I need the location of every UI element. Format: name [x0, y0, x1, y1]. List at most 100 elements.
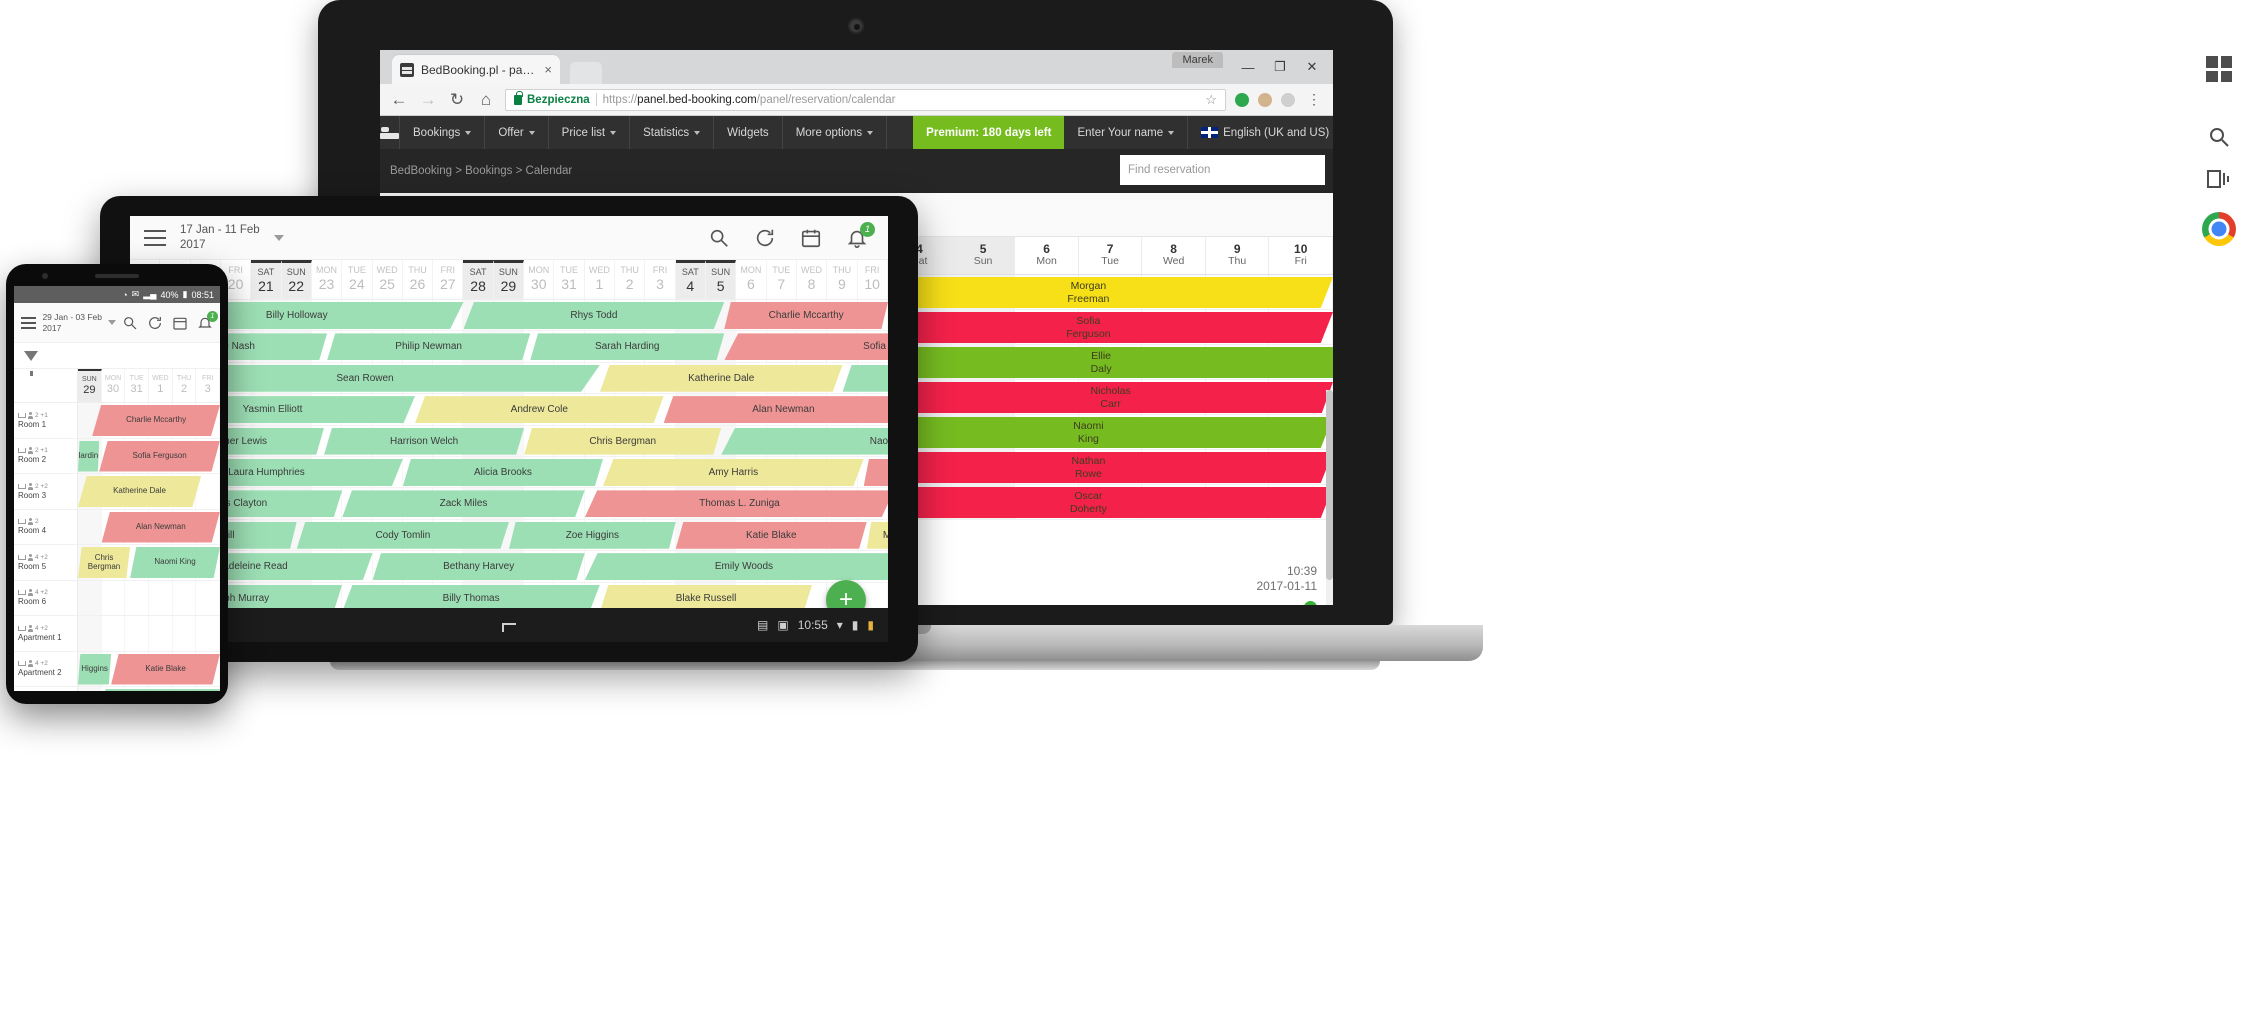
- chevron-down-icon[interactable]: [108, 320, 116, 325]
- refresh-icon[interactable]: [754, 227, 776, 249]
- reservation-bar[interactable]: Katherine Dale: [78, 476, 202, 507]
- calendar-cell[interactable]: [78, 509, 102, 544]
- tablet-date-range[interactable]: 17 Jan - 11 Feb 2017: [180, 223, 260, 252]
- room-list-item[interactable]: 4 +2 Apartment 2: [14, 652, 77, 687]
- room-list-item[interactable]: 2 +1 Room 2: [14, 439, 77, 474]
- bell-icon[interactable]: 1: [197, 310, 218, 331]
- nav-item-account[interactable]: Enter Your name: [1064, 116, 1189, 149]
- extension-icon-2[interactable]: [1258, 92, 1272, 107]
- app-logo[interactable]: [380, 116, 400, 149]
- calendar-cell[interactable]: [196, 580, 220, 615]
- calendar-cell[interactable]: [102, 616, 126, 651]
- nav-item-more-options[interactable]: More options: [783, 116, 888, 149]
- reservation-bar[interactable]: Ellie Daly: [869, 347, 1333, 378]
- premium-badge[interactable]: Premium: 180 days left: [913, 116, 1065, 149]
- reservation-bar[interactable]: Philip Newman: [327, 333, 531, 361]
- hamburger-icon[interactable]: [144, 229, 166, 246]
- reservation-bar[interactable]: Higgins: [78, 653, 112, 685]
- extension-icon-1[interactable]: [1235, 92, 1249, 107]
- reservation-bar[interactable]: Harrison Welch: [324, 427, 525, 455]
- bookmark-star-icon[interactable]: ☆: [1205, 92, 1217, 108]
- nav-item-offer[interactable]: Offer: [485, 116, 549, 149]
- reservation-bar[interactable]: Chris Bergman: [78, 547, 131, 578]
- task-view-icon[interactable]: [2200, 160, 2238, 198]
- browser-tab[interactable]: BedBooking.pl - panel ×: [392, 55, 560, 84]
- nav-item-bookings[interactable]: Bookings: [400, 116, 486, 149]
- room-list-item[interactable]: 6 +2Lodge 1: [14, 687, 77, 691]
- reservation-bar[interactable]: Nicholas Carr: [888, 382, 1333, 413]
- home-icon[interactable]: ⌂: [476, 90, 496, 110]
- calendar-cell[interactable]: [125, 616, 150, 651]
- reservation-bar[interactable]: Sarah Harding: [530, 333, 725, 361]
- nav-item-language[interactable]: English (UK and US): [1188, 116, 1333, 149]
- room-list-item[interactable]: 4 +2 Room 6: [14, 581, 77, 616]
- close-icon[interactable]: ×: [544, 62, 552, 77]
- minimize-button[interactable]: —: [1233, 54, 1263, 80]
- forward-icon[interactable]: →: [418, 90, 438, 110]
- reservation-bar[interactable]: Chris Bergman: [524, 427, 722, 455]
- chrome-menu-icon[interactable]: ⋮: [1304, 91, 1324, 108]
- maximize-button[interactable]: ❐: [1265, 54, 1295, 80]
- reservation-bar[interactable]: Naomi King: [721, 427, 888, 455]
- reservation-bar[interactable]: Charlie Mccarthy: [92, 405, 220, 436]
- chevron-down-icon[interactable]: [273, 234, 284, 241]
- search-input[interactable]: Find reservation: [1120, 155, 1325, 185]
- reservation-bar[interactable]: Bethany Harvey: [372, 553, 585, 581]
- reservation-bar[interactable]: Katherine Dale: [599, 364, 843, 392]
- calendar-cell[interactable]: [102, 580, 126, 615]
- browser-user-chip[interactable]: Marek: [1172, 52, 1223, 68]
- reservation-bar[interactable]: Zack Miles: [342, 490, 585, 518]
- hamburger-icon[interactable]: [21, 316, 37, 329]
- chrome-icon[interactable]: [2200, 210, 2238, 248]
- nav-item-price-list[interactable]: Price list: [549, 116, 631, 149]
- room-list-item[interactable]: 4 +2 Room 5: [14, 545, 77, 581]
- reservation-bar[interactable]: Thomas L. Zuniga: [584, 490, 888, 518]
- reservation-bar[interactable]: Rhys Todd: [463, 302, 725, 329]
- reservation-bar[interactable]: Katie Blake: [111, 653, 220, 685]
- reservation-bar[interactable]: Alan Newman: [663, 396, 888, 424]
- reservation-bar[interactable]: Harding: [78, 440, 100, 472]
- reservation-bar[interactable]: Emily Woods: [584, 553, 888, 581]
- reservation-bar[interactable]: Sofia Ferguson: [99, 440, 220, 472]
- extension-icon-3[interactable]: [1281, 92, 1295, 107]
- reservation-bar[interactable]: Sofia Ferguson: [724, 333, 888, 361]
- room-list-item[interactable]: 2 Room 4: [14, 510, 77, 545]
- calendar-cell[interactable]: [149, 616, 173, 651]
- calendar-icon[interactable]: [172, 315, 188, 331]
- reservation-bar[interactable]: Emily Woods: [96, 689, 220, 691]
- room-list-item[interactable]: 2 +2 Room 3: [14, 474, 77, 510]
- nav-item-widgets[interactable]: Widgets: [714, 116, 783, 149]
- bell-icon[interactable]: 1: [846, 221, 875, 249]
- calendar-cell[interactable]: [125, 580, 150, 615]
- calendar-cell[interactable]: [173, 580, 197, 615]
- search-icon[interactable]: [2200, 118, 2238, 156]
- reservation-bar[interactable]: Charlie Mccarthy: [724, 302, 888, 329]
- address-bar[interactable]: Bezpieczna https://panel.bed-booking.com…: [505, 88, 1226, 111]
- filter-icon[interactable]: [24, 350, 38, 376]
- search-icon[interactable]: [708, 227, 730, 249]
- reservation-bar[interactable]: Alicia Brooks: [402, 458, 603, 486]
- reservation-bar[interactable]: Cody Tomlin: [296, 521, 509, 549]
- reservation-bar[interactable]: Amy Harris: [602, 458, 864, 486]
- calendar-icon[interactable]: [800, 227, 822, 249]
- reservation-bar[interactable]: Naomi King: [130, 547, 220, 578]
- calendar-cell[interactable]: [78, 616, 102, 651]
- calendar-cell[interactable]: [78, 687, 102, 691]
- calendar-cell[interactable]: [78, 580, 102, 615]
- reload-icon[interactable]: ↻: [447, 90, 467, 110]
- room-list-item[interactable]: 2 +1 Room 1: [14, 403, 77, 439]
- calendar-cell[interactable]: [196, 616, 220, 651]
- phone-filter-bar[interactable]: [14, 343, 220, 376]
- room-list-item[interactable]: 4 +2 Apartment 1: [14, 616, 77, 652]
- reservation-bar[interactable]: Andrew Cole: [415, 396, 664, 424]
- reservation-bar[interactable]: Alan Newman: [101, 511, 220, 543]
- expand-up-icon[interactable]: [502, 623, 516, 632]
- windows-start-icon[interactable]: [2200, 50, 2238, 88]
- nav-item-statistics[interactable]: Statistics: [630, 116, 715, 149]
- back-icon[interactable]: ←: [389, 90, 409, 110]
- search-icon[interactable]: [122, 315, 138, 331]
- reservation-bar[interactable]: Zoe Higgins: [509, 521, 676, 549]
- refresh-icon[interactable]: [147, 315, 163, 331]
- close-window-button[interactable]: ✕: [1297, 54, 1327, 80]
- new-tab-button[interactable]: [570, 62, 602, 84]
